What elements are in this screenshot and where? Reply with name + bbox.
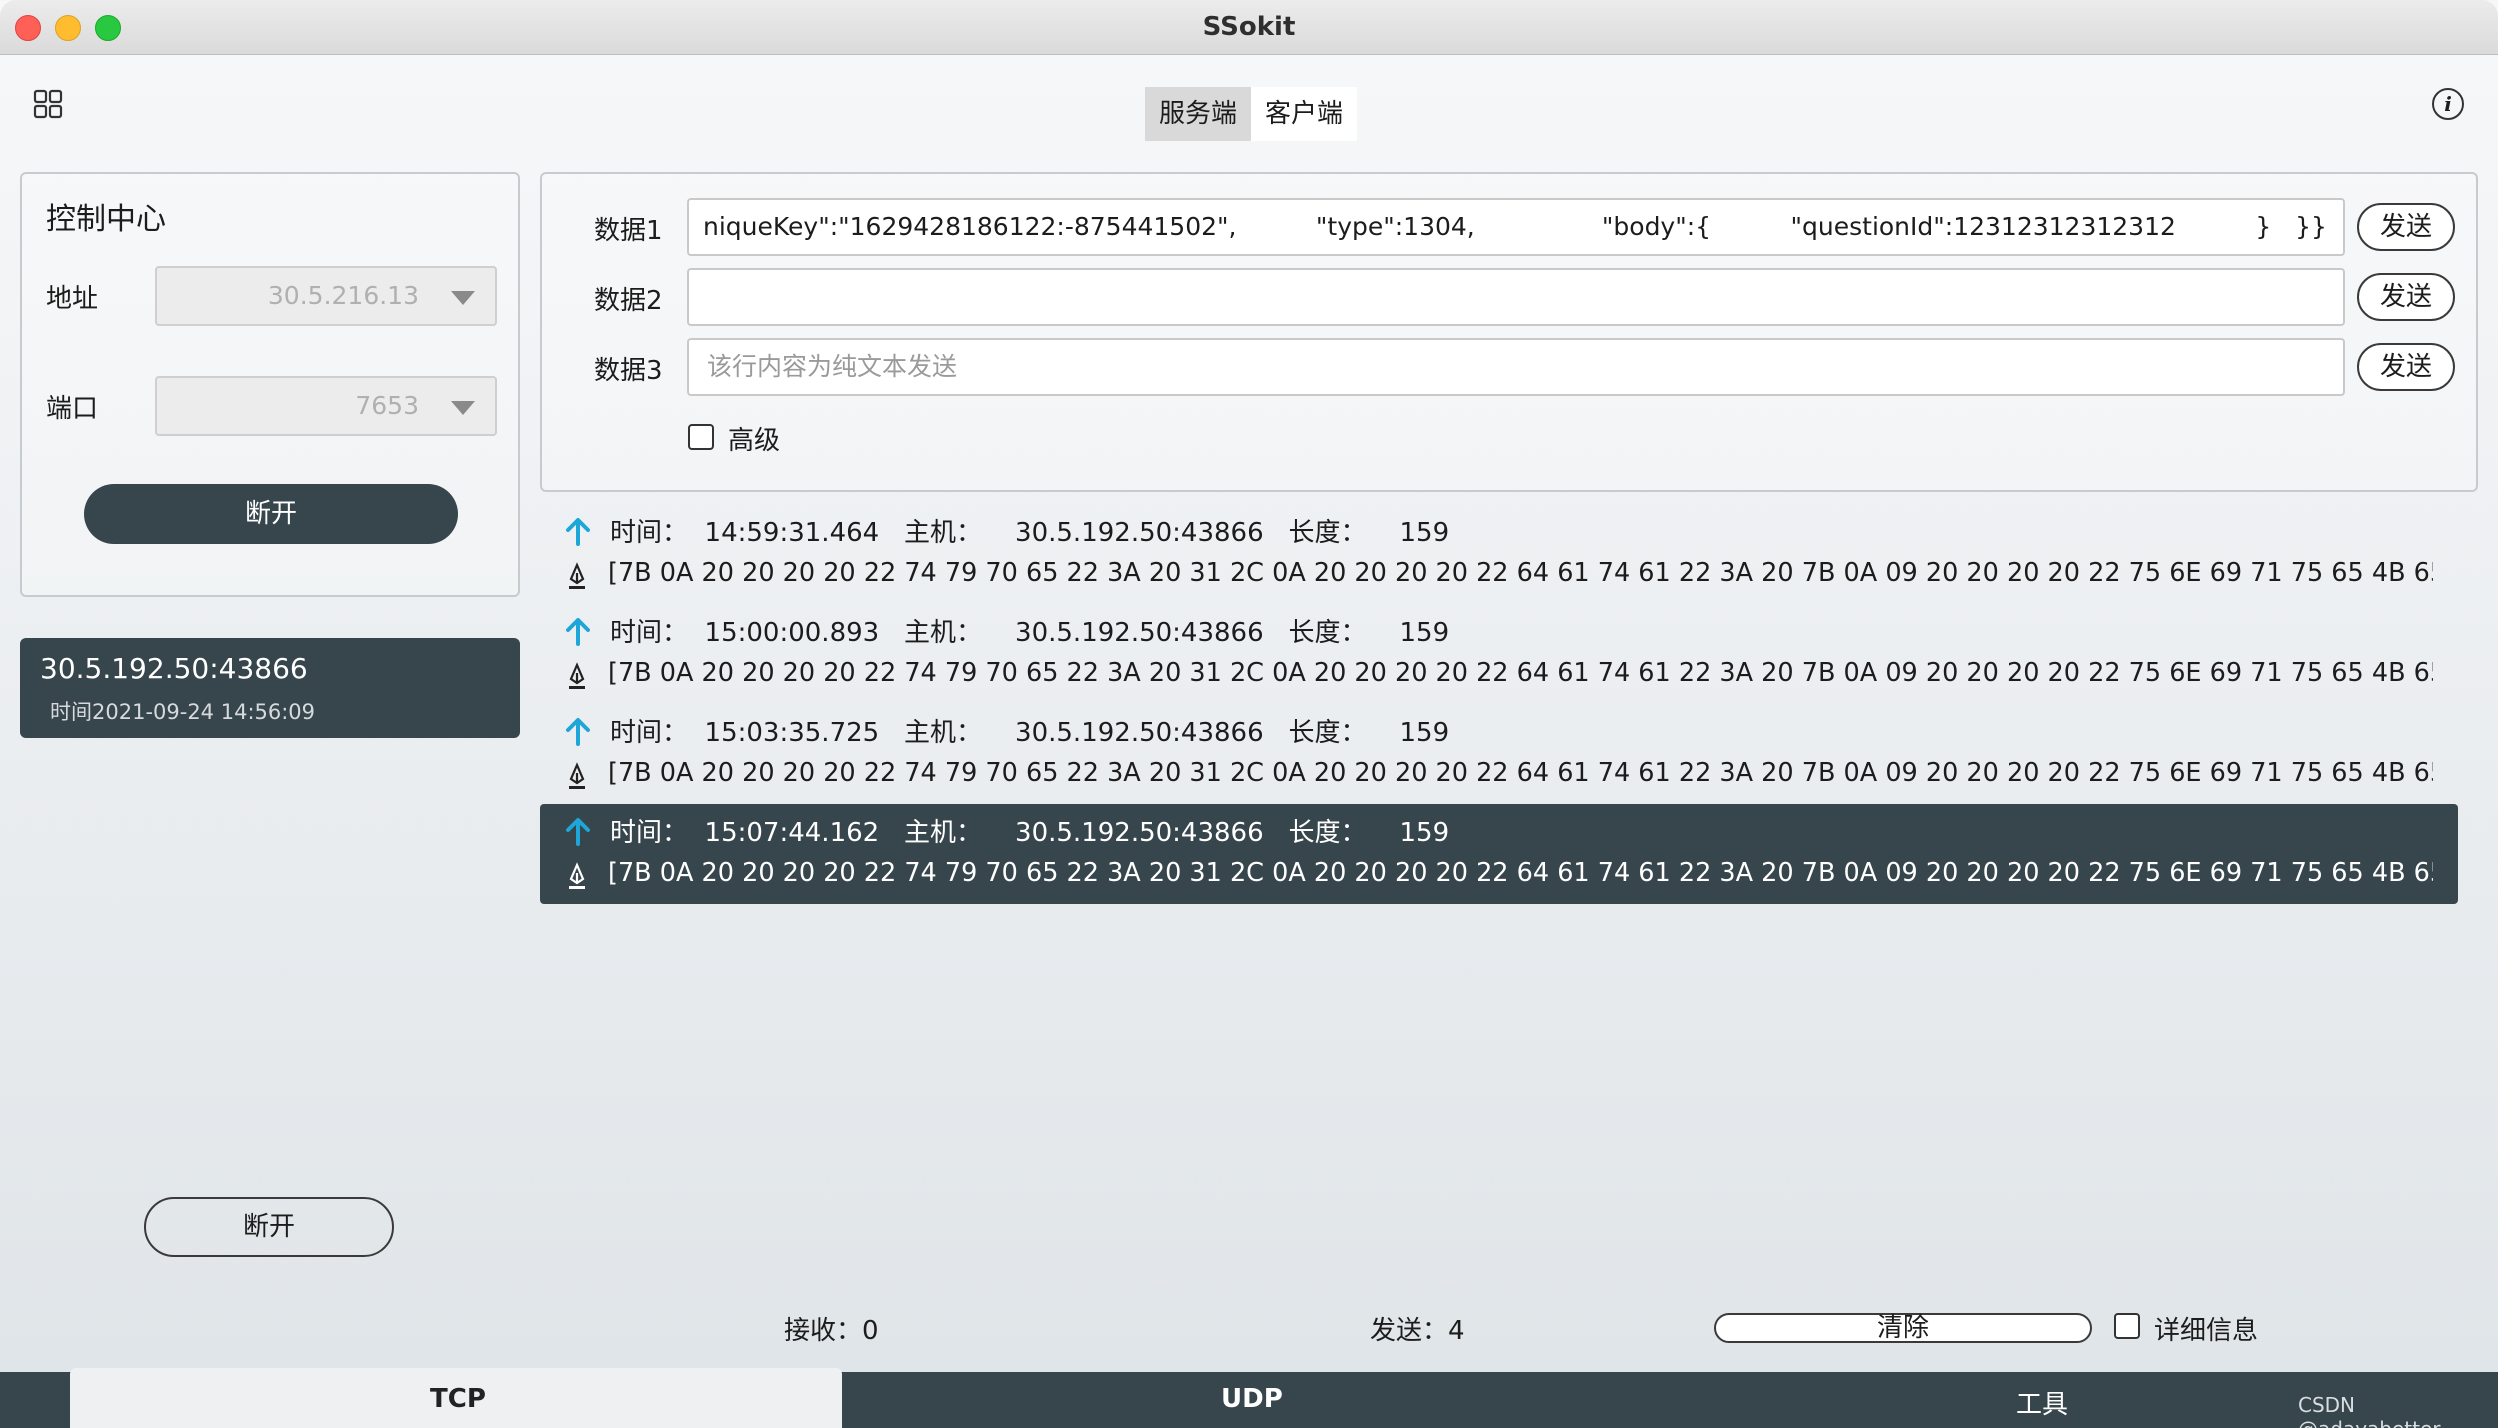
log-entry-selected[interactable]: 时间： 15:07:44.162 主机： 30.5.192.50:43866 长… — [540, 804, 2458, 904]
disconnect-button[interactable]: 断开 — [84, 484, 458, 544]
client-host: 30.5.192.50:43866 — [40, 652, 308, 685]
data1-input[interactable]: niqueKey":"1629428186122:-875441502", "t… — [687, 198, 2345, 256]
control-center-title: 控制中心 — [46, 202, 166, 237]
arrow-up-icon — [566, 718, 590, 746]
mode-tabs: 服务端 客户端 — [1145, 87, 1358, 141]
port-value: 7653 — [355, 391, 419, 420]
tab-server[interactable]: 服务端 — [1145, 87, 1252, 141]
address-label: 地址 — [46, 284, 99, 314]
arrow-up-icon — [566, 818, 590, 846]
detail-checkbox[interactable] — [2114, 1313, 2140, 1339]
log-payload: [7B 0A 20 20 20 20 22 74 79 70 65 22 3A … — [608, 858, 2433, 888]
log-payload: [7B 0A 20 20 20 20 22 74 79 70 65 22 3A … — [608, 758, 2433, 788]
pen-nib-icon — [569, 662, 585, 689]
address-combo[interactable]: 30.5.216.13 — [155, 266, 497, 326]
send-panel: 数据1 niqueKey":"1629428186122:-875441502"… — [540, 172, 2478, 492]
port-label: 端口 — [46, 394, 99, 424]
control-center-panel: 控制中心 地址 30.5.216.13 端口 7653 断开 — [20, 172, 520, 597]
arrow-up-icon — [566, 518, 590, 546]
data1-label: 数据1 — [594, 216, 663, 246]
receive-count: 接收：0 — [784, 1316, 879, 1346]
clear-button[interactable]: 清除 — [1714, 1313, 2092, 1343]
advanced-checkbox[interactable] — [688, 424, 714, 450]
chevron-down-icon — [451, 401, 475, 415]
chevron-down-icon — [451, 291, 475, 305]
pen-nib-icon — [569, 562, 585, 589]
log-payload: [7B 0A 20 20 20 20 22 74 79 70 65 22 3A … — [608, 658, 2433, 688]
log-entry[interactable]: 时间： 15:03:35.725 主机： 30.5.192.50:43866 长… — [540, 704, 2458, 804]
grid-icon[interactable] — [32, 88, 64, 120]
send-data3-button[interactable]: 发送 — [2357, 343, 2455, 391]
pen-nib-icon — [569, 862, 585, 889]
pen-nib-icon — [569, 762, 585, 789]
arrow-up-icon — [566, 618, 590, 646]
tab-tools[interactable]: 工具 — [2016, 1384, 2068, 1421]
watermark: CSDN @adayabetter — [2298, 1393, 2441, 1428]
send-count: 发送：4 — [1370, 1316, 1465, 1346]
log-entry[interactable]: 时间： 15:00:00.893 主机： 30.5.192.50:43866 长… — [540, 604, 2458, 704]
log-meta: 时间： 15:00:00.893 主机： 30.5.192.50:43866 长… — [610, 618, 1450, 648]
tab-udp[interactable]: UDP — [1221, 1384, 1283, 1414]
client-time: 时间2021-09-24 14:56:09 — [50, 700, 316, 724]
info-icon[interactable]: i — [2432, 88, 2464, 120]
title-bar: SSokit — [0, 0, 2498, 55]
send-data2-button[interactable]: 发送 — [2357, 273, 2455, 321]
log-entry[interactable]: 时间： 14:59:31.464 主机： 30.5.192.50:43866 长… — [540, 504, 2458, 604]
advanced-label: 高级 — [728, 426, 781, 456]
log-payload: [7B 0A 20 20 20 20 22 74 79 70 65 22 3A … — [608, 558, 2433, 588]
disconnect-client-button[interactable]: 断开 — [144, 1197, 394, 1257]
data2-label: 数据2 — [594, 286, 663, 316]
data3-label: 数据3 — [594, 356, 663, 386]
client-list-item[interactable]: 30.5.192.50:43866 时间2021-09-24 14:56:09 — [20, 638, 520, 738]
port-combo[interactable]: 7653 — [155, 376, 497, 436]
detail-label: 详细信息 — [2154, 1316, 2259, 1346]
tab-tcp[interactable]: TCP — [430, 1384, 486, 1414]
log-meta: 时间： 14:59:31.464 主机： 30.5.192.50:43866 长… — [610, 518, 1450, 548]
address-value: 30.5.216.13 — [267, 281, 419, 310]
data3-input[interactable]: 该行内容为纯文本发送 — [687, 338, 2345, 396]
log-meta: 时间： 15:07:44.162 主机： 30.5.192.50:43866 长… — [610, 818, 1450, 848]
log-meta: 时间： 15:03:35.725 主机： 30.5.192.50:43866 长… — [610, 718, 1450, 748]
tab-client[interactable]: 客户端 — [1251, 87, 1358, 141]
send-data1-button[interactable]: 发送 — [2357, 203, 2455, 251]
window-title: SSokit — [1202, 12, 1296, 42]
data2-input[interactable] — [687, 268, 2345, 326]
